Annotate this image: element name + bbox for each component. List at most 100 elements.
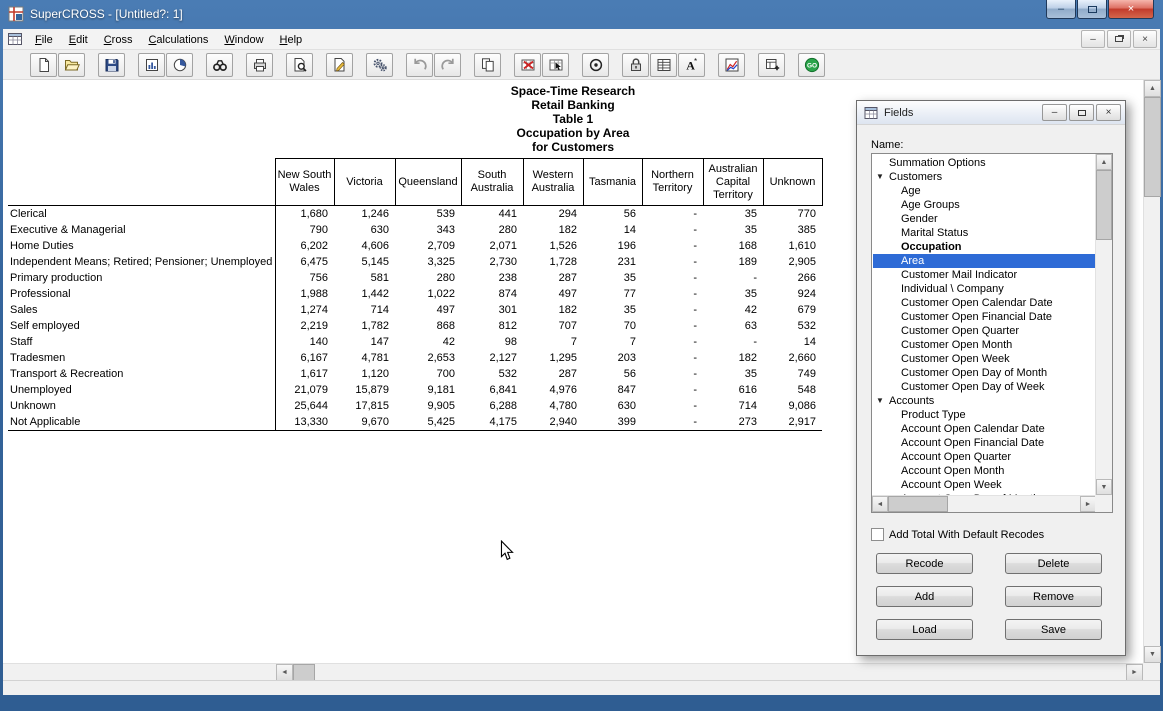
data-cell[interactable]: 273 — [703, 414, 763, 431]
fields-dialog-title-bar[interactable]: Fields – × — [857, 101, 1125, 125]
data-cell[interactable]: 42 — [703, 302, 763, 318]
data-cell[interactable]: 2,660 — [763, 350, 822, 366]
data-cell[interactable]: 2,709 — [395, 238, 461, 254]
list-scroll-up-button[interactable]: ▲ — [1096, 154, 1112, 170]
delete-table-button[interactable] — [514, 53, 541, 77]
menu-calculations[interactable]: Calculations — [140, 31, 216, 49]
data-cell[interactable]: 1,526 — [523, 238, 583, 254]
column-header[interactable]: Western Australia — [523, 159, 583, 206]
data-cell[interactable]: 707 — [523, 318, 583, 334]
data-cell[interactable]: 497 — [523, 286, 583, 302]
mdi-minimize-button[interactable]: – — [1081, 30, 1105, 48]
data-cell[interactable]: - — [642, 350, 703, 366]
list-scroll-left-button[interactable]: ◄ — [872, 496, 888, 512]
row-label[interactable]: Independent Means; Retired; Pensioner; U… — [8, 254, 275, 270]
open-file-button[interactable] — [58, 53, 85, 77]
data-cell[interactable]: 581 — [334, 270, 395, 286]
list-horizontal-scroll-thumb[interactable] — [888, 496, 948, 512]
data-cell[interactable]: 5,425 — [395, 414, 461, 431]
data-cell[interactable]: 7 — [523, 334, 583, 350]
data-cell[interactable]: 924 — [763, 286, 822, 302]
field-list-item[interactable]: Product Type — [873, 408, 1095, 422]
fields-listbox[interactable]: Summation Options▼CustomersAgeAge Groups… — [871, 153, 1113, 513]
load-button[interactable]: Load — [876, 619, 973, 640]
column-header[interactable]: South Australia — [461, 159, 523, 206]
data-cell[interactable]: 98 — [461, 334, 523, 350]
dialog-maximize-button[interactable] — [1069, 104, 1094, 121]
data-cell[interactable]: 4,976 — [523, 382, 583, 398]
data-cell[interactable]: 203 — [583, 350, 642, 366]
data-cell[interactable]: 790 — [275, 222, 334, 238]
font-button[interactable]: A* — [678, 53, 705, 77]
data-cell[interactable]: 25,644 — [275, 398, 334, 414]
data-cell[interactable]: 679 — [763, 302, 822, 318]
undo-button[interactable] — [406, 53, 433, 77]
print-button[interactable] — [246, 53, 273, 77]
vertical-scrollbar[interactable]: ▲ ▼ — [1143, 80, 1160, 663]
field-list-item[interactable]: Summation Options — [873, 156, 1095, 170]
view-table-button[interactable] — [138, 53, 165, 77]
list-horizontal-scrollbar[interactable]: ◄ ► — [872, 495, 1096, 512]
data-cell[interactable]: 56 — [583, 366, 642, 382]
data-cell[interactable]: 1,120 — [334, 366, 395, 382]
data-cell[interactable]: 168 — [703, 238, 763, 254]
data-cell[interactable]: 714 — [334, 302, 395, 318]
field-list-item[interactable]: Account Open Week — [873, 478, 1095, 492]
data-cell[interactable]: 532 — [763, 318, 822, 334]
data-cell[interactable]: 189 — [703, 254, 763, 270]
horizontal-scroll-thumb[interactable] — [293, 664, 315, 681]
data-cell[interactable]: - — [642, 318, 703, 334]
data-cell[interactable]: 4,780 — [523, 398, 583, 414]
field-layout-button[interactable] — [650, 53, 677, 77]
data-cell[interactable]: 70 — [583, 318, 642, 334]
data-cell[interactable]: 497 — [395, 302, 461, 318]
data-cell[interactable]: 3,325 — [395, 254, 461, 270]
tree-expand-icon[interactable]: ▼ — [876, 170, 884, 184]
mdi-restore-button[interactable] — [1107, 30, 1131, 48]
data-cell[interactable]: - — [642, 286, 703, 302]
scroll-right-button[interactable]: ► — [1126, 664, 1143, 681]
data-cell[interactable]: 1,295 — [523, 350, 583, 366]
data-cell[interactable]: 630 — [334, 222, 395, 238]
data-cell[interactable]: 441 — [461, 206, 523, 223]
delete-button[interactable]: Delete — [1005, 553, 1102, 574]
data-cell[interactable]: 756 — [275, 270, 334, 286]
data-cell[interactable]: 6,475 — [275, 254, 334, 270]
remove-button[interactable]: Remove — [1005, 586, 1102, 607]
lock-button[interactable] — [622, 53, 649, 77]
data-cell[interactable]: 6,167 — [275, 350, 334, 366]
menu-help[interactable]: Help — [272, 31, 311, 49]
data-cell[interactable]: - — [703, 270, 763, 286]
vertical-scroll-thumb[interactable] — [1144, 97, 1161, 197]
data-cell[interactable]: 287 — [523, 270, 583, 286]
field-list-item[interactable]: Individual \ Company — [873, 282, 1095, 296]
field-list-item[interactable]: Account Open Month — [873, 464, 1095, 478]
data-cell[interactable]: 6,288 — [461, 398, 523, 414]
data-cell[interactable]: 770 — [763, 206, 822, 223]
field-list-item[interactable]: Account Open Quarter — [873, 450, 1095, 464]
row-label[interactable]: Sales — [8, 302, 275, 318]
data-cell[interactable]: - — [642, 254, 703, 270]
recode-button[interactable]: Recode — [876, 553, 973, 574]
field-list-item[interactable]: Customer Open Financial Date — [873, 310, 1095, 324]
data-cell[interactable]: 35 — [703, 366, 763, 382]
data-cell[interactable]: 35 — [703, 206, 763, 223]
field-list-item[interactable]: Marital Status — [873, 226, 1095, 240]
data-cell[interactable]: 539 — [395, 206, 461, 223]
dialog-minimize-button[interactable]: – — [1042, 104, 1067, 121]
data-cell[interactable]: 301 — [461, 302, 523, 318]
data-cell[interactable]: 35 — [583, 302, 642, 318]
data-cell[interactable]: 196 — [583, 238, 642, 254]
row-label[interactable]: Tradesmen — [8, 350, 275, 366]
data-cell[interactable]: - — [642, 302, 703, 318]
print-preview-button[interactable] — [286, 53, 313, 77]
scroll-left-button[interactable]: ◄ — [276, 664, 293, 681]
data-cell[interactable]: 1,442 — [334, 286, 395, 302]
menu-window[interactable]: Window — [216, 31, 271, 49]
data-cell[interactable]: 4,606 — [334, 238, 395, 254]
row-label[interactable]: Unemployed — [8, 382, 275, 398]
data-cell[interactable]: - — [703, 334, 763, 350]
maximize-button[interactable] — [1077, 0, 1107, 19]
data-cell[interactable]: 14 — [583, 222, 642, 238]
list-vertical-scrollbar[interactable]: ▲ ▼ — [1095, 154, 1112, 495]
